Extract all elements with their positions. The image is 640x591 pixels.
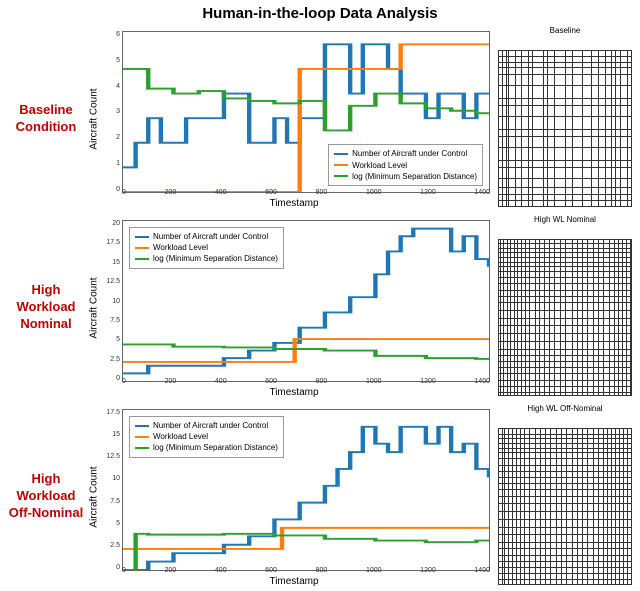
y-ticks: 0123456 [106, 31, 120, 193]
legend-item-workload: Workload Level [334, 160, 477, 171]
y-axis-label: Aircraft Count [89, 466, 100, 527]
legend: Number of Aircraft under ControlWorkload… [129, 227, 284, 269]
y-ticks: 02.557.51012.51517.520 [106, 220, 120, 382]
grid-chart-title: High WL Off-Nominal [494, 404, 636, 413]
legend-item-workload: Workload Level [135, 431, 278, 442]
swatch-icon [135, 447, 149, 449]
legend-item-logsep: log (Minimum Separation Distance) [334, 171, 477, 182]
line-chart: Number of Aircraft under ControlWorkload… [122, 31, 490, 193]
line-chart-wrap: Number of Aircraft under ControlWorkload… [94, 404, 494, 589]
x-ticks: 0200400600800100012001400 [122, 378, 490, 388]
row-label: BaselineCondition [4, 26, 94, 211]
chart-row: HighWorkloadOff-Nominal Number of Aircraf… [0, 402, 640, 591]
swatch-icon [135, 425, 149, 427]
grid-chart-title: Baseline [494, 26, 636, 35]
swatch-icon [334, 164, 348, 166]
swatch-icon [135, 436, 149, 438]
grid-chart-wrap: High WL Nominal [494, 215, 636, 400]
row-label: HighWorkloadNominal [4, 215, 94, 400]
line-chart-wrap: Number of Aircraft under ControlWorkload… [94, 215, 494, 400]
chart-row: HighWorkloadNominal Number of Aircraft un… [0, 213, 640, 402]
grid-chart-wrap: Baseline [494, 26, 636, 211]
y-axis-label: Aircraft Count [89, 88, 100, 149]
x-axis-label: Timestamp [269, 198, 318, 209]
swatch-icon [334, 153, 348, 155]
swatch-icon [135, 258, 149, 260]
swatch-icon [334, 175, 348, 177]
grid-chart-title: High WL Nominal [494, 215, 636, 224]
y-ticks: 02.557.51012.51517.5 [106, 409, 120, 571]
swatch-icon [135, 247, 149, 249]
legend: Number of Aircraft under ControlWorkload… [129, 416, 284, 458]
main-title: Human-in-the-loop Data Analysis [0, 0, 640, 24]
x-axis-label: Timestamp [269, 387, 318, 398]
rows-container: BaselineCondition Number of Aircraft unde… [0, 24, 640, 591]
chart-row: BaselineCondition Number of Aircraft unde… [0, 24, 640, 213]
legend-item-workload: Workload Level [135, 242, 278, 253]
grid-chart [498, 428, 632, 585]
grid-chart [498, 239, 632, 396]
grid-chart-wrap: High WL Off-Nominal [494, 404, 636, 589]
y-axis-label: Aircraft Count [89, 277, 100, 338]
row-label: HighWorkloadOff-Nominal [4, 404, 94, 589]
swatch-icon [135, 236, 149, 238]
line-chart: Number of Aircraft under ControlWorkload… [122, 409, 490, 571]
legend-item-logsep: log (Minimum Separation Distance) [135, 442, 278, 453]
line-chart-wrap: Number of Aircraft under ControlWorkload… [94, 26, 494, 211]
page: Human-in-the-loop Data Analysis Baseline… [0, 0, 640, 591]
legend-item-aircraft: Number of Aircraft under Control [334, 148, 477, 159]
legend: Number of Aircraft under ControlWorkload… [328, 144, 483, 186]
x-axis-label: Timestamp [269, 576, 318, 587]
x-ticks: 0200400600800100012001400 [122, 189, 490, 199]
legend-item-logsep: log (Minimum Separation Distance) [135, 253, 278, 264]
legend-item-aircraft: Number of Aircraft under Control [135, 420, 278, 431]
legend-item-aircraft: Number of Aircraft under Control [135, 231, 278, 242]
x-ticks: 0200400600800100012001400 [122, 567, 490, 577]
grid-chart [498, 50, 632, 207]
line-chart: Number of Aircraft under ControlWorkload… [122, 220, 490, 382]
